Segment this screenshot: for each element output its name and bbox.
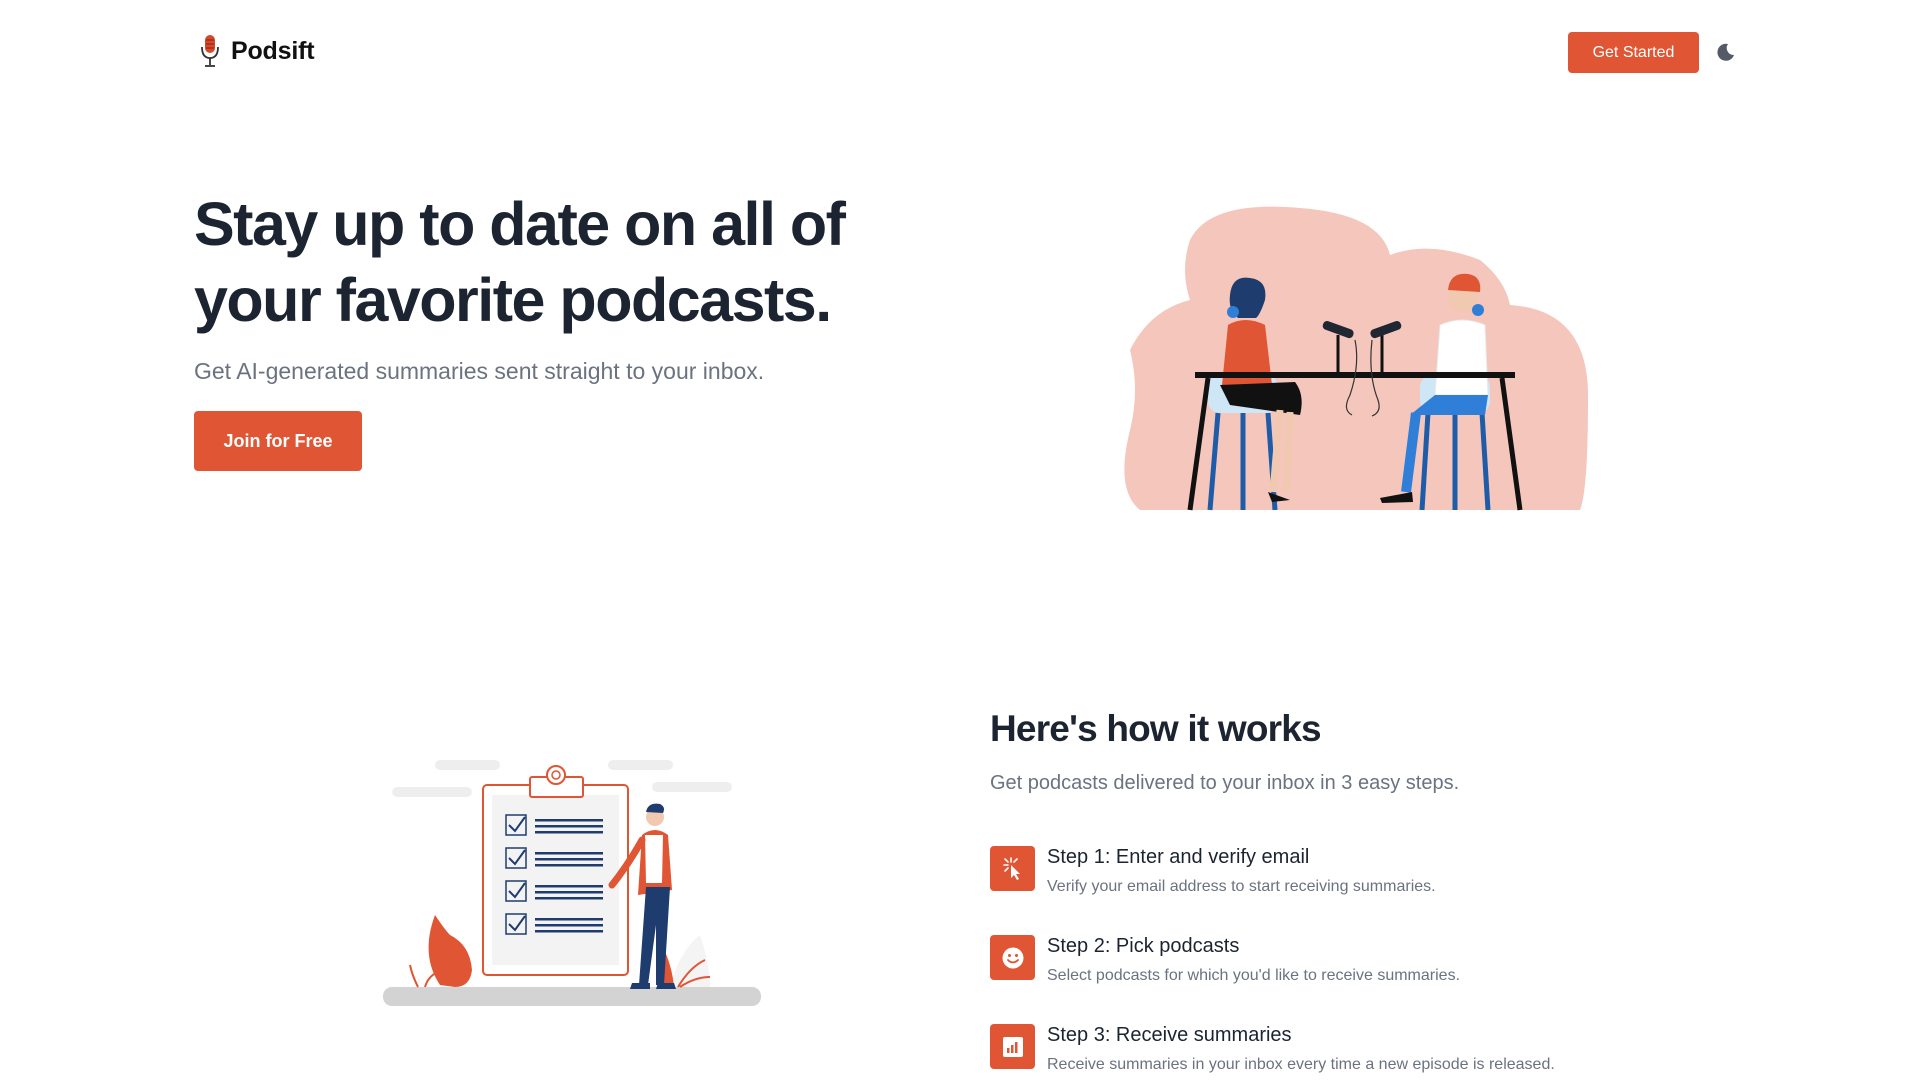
step-description: Select podcasts for which you'd like to … bbox=[1047, 967, 1461, 984]
step-2: Step 2: Pick podcasts Select podcasts fo… bbox=[990, 935, 1640, 995]
hero-subtitle: Get AI-generated summaries sent straight… bbox=[194, 358, 765, 384]
step-1: Step 1: Enter and verify email Verify yo… bbox=[990, 846, 1640, 906]
cursor-click-icon bbox=[990, 846, 1035, 891]
step-description: Verify your email address to start recei… bbox=[1047, 878, 1436, 895]
join-for-free-button[interactable]: Join for Free bbox=[194, 411, 362, 471]
step-title: Step 1: Enter and verify email bbox=[1047, 846, 1310, 868]
bar-chart-icon bbox=[990, 1024, 1035, 1069]
brand-logo[interactable]: Podsift bbox=[199, 34, 315, 68]
how-it-works-title: Here's how it works bbox=[990, 708, 1322, 749]
microphone-icon bbox=[201, 35, 219, 67]
moon-icon[interactable] bbox=[1713, 40, 1737, 64]
how-it-works-subtitle: Get podcasts delivered to your inbox in … bbox=[990, 772, 1460, 794]
brand-name: Podsift bbox=[231, 36, 315, 65]
smiley-icon bbox=[990, 935, 1035, 980]
site-header: Podsift Get Started bbox=[0, 0, 1920, 104]
get-started-button[interactable]: Get Started bbox=[1568, 32, 1699, 73]
step-description: Receive summaries in your inbox every ti… bbox=[1047, 1056, 1555, 1073]
step-3: Step 3: Receive summaries Receive summar… bbox=[990, 1024, 1640, 1084]
hero-title: Stay up to date on all of your favorite … bbox=[194, 190, 846, 334]
step-title: Step 2: Pick podcasts bbox=[1047, 935, 1240, 957]
checklist-illustration bbox=[383, 760, 761, 1006]
podcast-recording-illustration bbox=[1124, 206, 1589, 511]
step-title: Step 3: Receive summaries bbox=[1047, 1024, 1292, 1046]
